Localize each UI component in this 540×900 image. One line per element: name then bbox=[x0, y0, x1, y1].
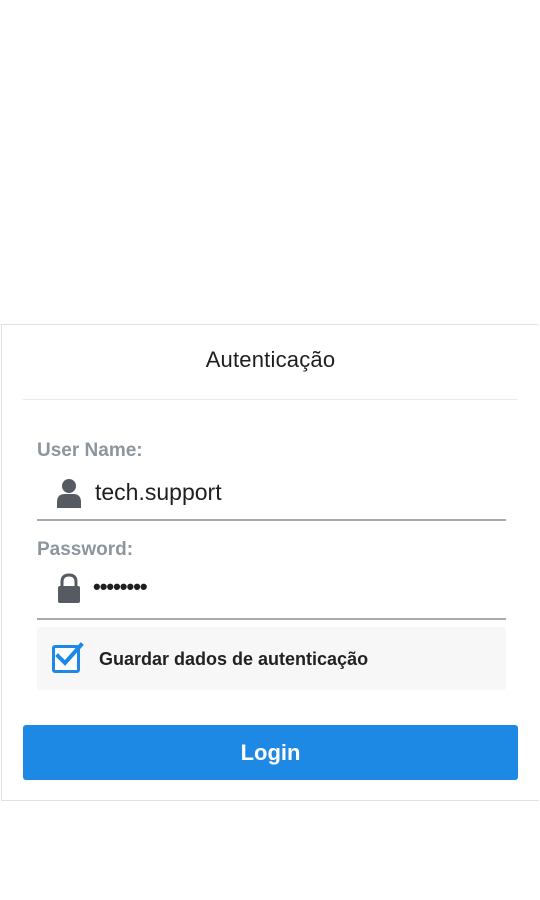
dialog-title: Autenticação bbox=[205, 347, 336, 372]
login-button[interactable]: Login bbox=[23, 725, 518, 780]
username-value: tech.support bbox=[95, 479, 222, 505]
username-label: User Name: bbox=[37, 440, 143, 461]
title-divider bbox=[23, 399, 517, 400]
remember-checkbox[interactable] bbox=[52, 642, 84, 673]
password-value: •••••••• bbox=[93, 574, 148, 599]
lock-icon bbox=[56, 573, 82, 605]
login-dialog: Autenticação User Name: tech.support Pas… bbox=[1, 324, 539, 801]
remember-credentials[interactable]: Guardar dados de autenticação bbox=[37, 627, 506, 690]
password-label: Password: bbox=[37, 539, 134, 560]
username-field[interactable]: tech.support bbox=[37, 471, 506, 521]
checkmark-icon bbox=[55, 642, 84, 666]
remember-label: Guardar dados de autenticação bbox=[99, 649, 369, 669]
password-field[interactable]: •••••••• bbox=[37, 570, 506, 620]
user-icon bbox=[56, 477, 82, 509]
